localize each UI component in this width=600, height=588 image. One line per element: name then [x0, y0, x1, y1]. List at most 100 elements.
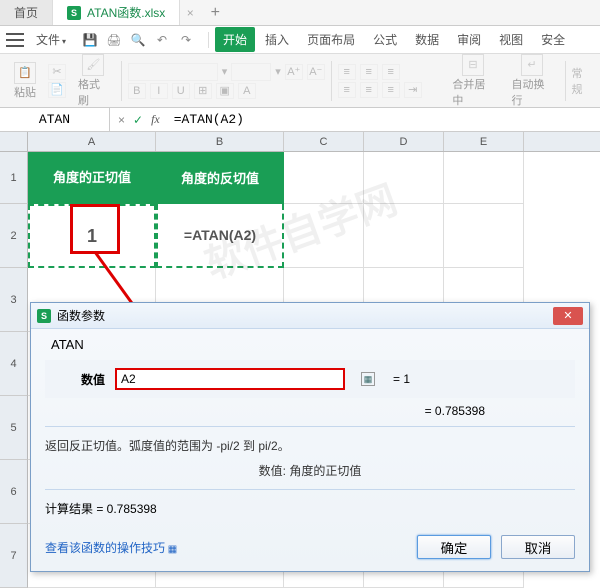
spreadsheet-app-icon: S — [37, 309, 51, 323]
paste-button[interactable]: 📋粘贴 — [8, 60, 42, 102]
col-header-d[interactable]: D — [364, 132, 444, 151]
row-header-2[interactable]: 2 — [0, 204, 28, 268]
separator — [565, 61, 566, 101]
row-header-5[interactable]: 5 — [0, 396, 28, 460]
document-tab[interactable]: S ATAN函数.xlsx — [53, 0, 180, 25]
formula-bar: ATAN × ✓ fx — [0, 108, 600, 132]
cell-a2[interactable]: 1 — [28, 204, 156, 268]
help-link[interactable]: 查看该函数的操作技巧 — [45, 539, 177, 556]
file-menu[interactable]: 文件 — [30, 29, 72, 50]
desc-text: 返回反正切值。弧度值的范围为 -pi/2 到 pi/2。 — [45, 437, 575, 454]
cell-b1[interactable]: 角度的反切值 — [156, 152, 284, 204]
param-label: 数值 — [55, 371, 105, 388]
computed-result: = 0.785398 — [45, 402, 575, 426]
close-tab-button[interactable]: × — [180, 6, 200, 20]
fill-color-icon[interactable]: ▣ — [216, 83, 234, 99]
ribbon-tab-security[interactable]: 安全 — [533, 27, 573, 52]
align-top-icon[interactable]: ≡ — [338, 64, 356, 80]
cancel-button[interactable]: 取消 — [501, 535, 575, 559]
ok-button[interactable]: 确定 — [417, 535, 491, 559]
underline-icon[interactable]: U — [172, 83, 190, 99]
print-icon[interactable]: 🖨 — [106, 32, 122, 48]
document-tab-filename: ATAN函数.xlsx — [87, 4, 165, 21]
column-headers: A B C D E — [0, 132, 600, 152]
col-header-c[interactable]: C — [284, 132, 364, 151]
col-header-b[interactable]: B — [156, 132, 284, 151]
redo-icon[interactable]: ↷ — [178, 32, 194, 48]
cell-b2[interactable]: =ATAN(A2) — [156, 204, 284, 268]
col-header-a[interactable]: A — [28, 132, 156, 151]
cell-e2[interactable] — [444, 204, 524, 268]
copy-icon[interactable]: 📄 — [48, 82, 66, 98]
row-header-4[interactable]: 4 — [0, 332, 28, 396]
row-header-7[interactable]: 7 — [0, 524, 28, 588]
dialog-titlebar[interactable]: S 函数参数 ✕ — [31, 303, 589, 329]
range-picker-icon[interactable]: ▦ — [361, 372, 375, 386]
bold-icon[interactable]: B — [128, 83, 146, 99]
cell-e1[interactable] — [444, 152, 524, 204]
dialog-close-button[interactable]: ✕ — [553, 307, 583, 325]
ribbon-tab-insert[interactable]: 插入 — [257, 27, 297, 52]
align-bot-icon[interactable]: ≡ — [382, 64, 400, 80]
ribbon-tab-formula[interactable]: 公式 — [365, 27, 405, 52]
desc-sub: 数值: 角度的正切值 — [45, 454, 575, 479]
row-header-3[interactable]: 3 — [0, 268, 28, 332]
function-description: 返回反正切值。弧度值的范围为 -pi/2 到 pi/2。 数值: 角度的正切值 — [45, 426, 575, 490]
merge-label: 合并居中 — [452, 76, 493, 108]
ribbon-tab-review[interactable]: 审阅 — [449, 27, 489, 52]
separator — [121, 61, 122, 101]
align-mid-icon[interactable]: ≡ — [360, 64, 378, 80]
border-icon[interactable]: ⊞ — [194, 83, 212, 99]
auto-wrap-button[interactable]: ↵自动换行 — [505, 54, 558, 108]
preview-icon[interactable]: 🔍 — [130, 32, 146, 48]
hamburger-icon[interactable] — [6, 33, 24, 47]
dialog-footer: 查看该函数的操作技巧 确定 取消 — [31, 527, 589, 571]
merge-center-button[interactable]: ⊟合并居中 — [446, 54, 499, 108]
cancel-formula-icon[interactable]: × — [118, 113, 125, 127]
cell-c2[interactable] — [284, 204, 364, 268]
row-header-6[interactable]: 6 — [0, 460, 28, 524]
window-titlebar: 首页 S ATAN函数.xlsx × + — [0, 0, 600, 26]
quick-access-toolbar: 💾 🖨 🔍 ↶ ↷ — [74, 32, 202, 48]
align-left-icon[interactable]: ≡ — [338, 82, 356, 98]
dialog-title: 函数参数 — [57, 307, 105, 324]
number-format[interactable]: 常规 — [571, 65, 592, 97]
indent-icon[interactable]: ⇥ — [404, 82, 422, 98]
ribbon-tab-start[interactable]: 开始 — [215, 27, 255, 52]
select-all-corner[interactable] — [0, 132, 28, 151]
align-right-icon[interactable]: ≡ — [382, 82, 400, 98]
ribbon-tab-layout[interactable]: 页面布局 — [299, 27, 363, 52]
param-input-highlight — [115, 368, 345, 390]
spreadsheet-app-icon: S — [67, 6, 81, 20]
cut-icon[interactable]: ✂ — [48, 64, 66, 80]
row-header-1[interactable]: 1 — [0, 152, 28, 204]
paste-label: 粘贴 — [14, 84, 36, 100]
undo-icon[interactable]: ↶ — [154, 32, 170, 48]
separator — [331, 61, 332, 101]
home-tab[interactable]: 首页 — [0, 0, 53, 25]
col-header-e[interactable]: E — [444, 132, 524, 151]
format-brush-label: 格式刷 — [78, 76, 109, 108]
new-tab-button[interactable]: + — [200, 4, 230, 22]
italic-icon[interactable]: I — [150, 83, 168, 99]
save-icon[interactable]: 💾 — [82, 32, 98, 48]
wrap-label: 自动换行 — [511, 76, 552, 108]
cell-d2[interactable] — [364, 204, 444, 268]
cell-c1[interactable] — [284, 152, 364, 204]
param-evaluated: = 1 — [393, 372, 410, 386]
calc-result: 计算结果 = 0.785398 — [45, 490, 575, 517]
name-box[interactable]: ATAN — [0, 108, 110, 131]
align-center-icon[interactable]: ≡ — [360, 82, 378, 98]
fx-icon[interactable]: fx — [151, 112, 160, 127]
font-color-icon[interactable]: A — [238, 83, 256, 99]
format-brush-button[interactable]: 🖌格式刷 — [72, 54, 115, 108]
ribbon-toolbar: 📋粘贴 ✂ 📄 🖌格式刷 ▾▾A⁺A⁻ BIU⊞▣A ≡≡≡ ≡≡≡⇥ ⊟合并居… — [0, 54, 600, 108]
formula-input[interactable] — [168, 112, 600, 127]
param-input[interactable] — [121, 372, 339, 386]
ribbon-tab-view[interactable]: 视图 — [491, 27, 531, 52]
cell-d1[interactable] — [364, 152, 444, 204]
dialog-body: ATAN 数值 ▦ = 1 = 0.785398 返回反正切值。弧度值的范围为 … — [31, 329, 589, 527]
ribbon-tab-data[interactable]: 数据 — [407, 27, 447, 52]
confirm-formula-icon[interactable]: ✓ — [133, 113, 143, 127]
cell-a1[interactable]: 角度的正切值 — [28, 152, 156, 204]
